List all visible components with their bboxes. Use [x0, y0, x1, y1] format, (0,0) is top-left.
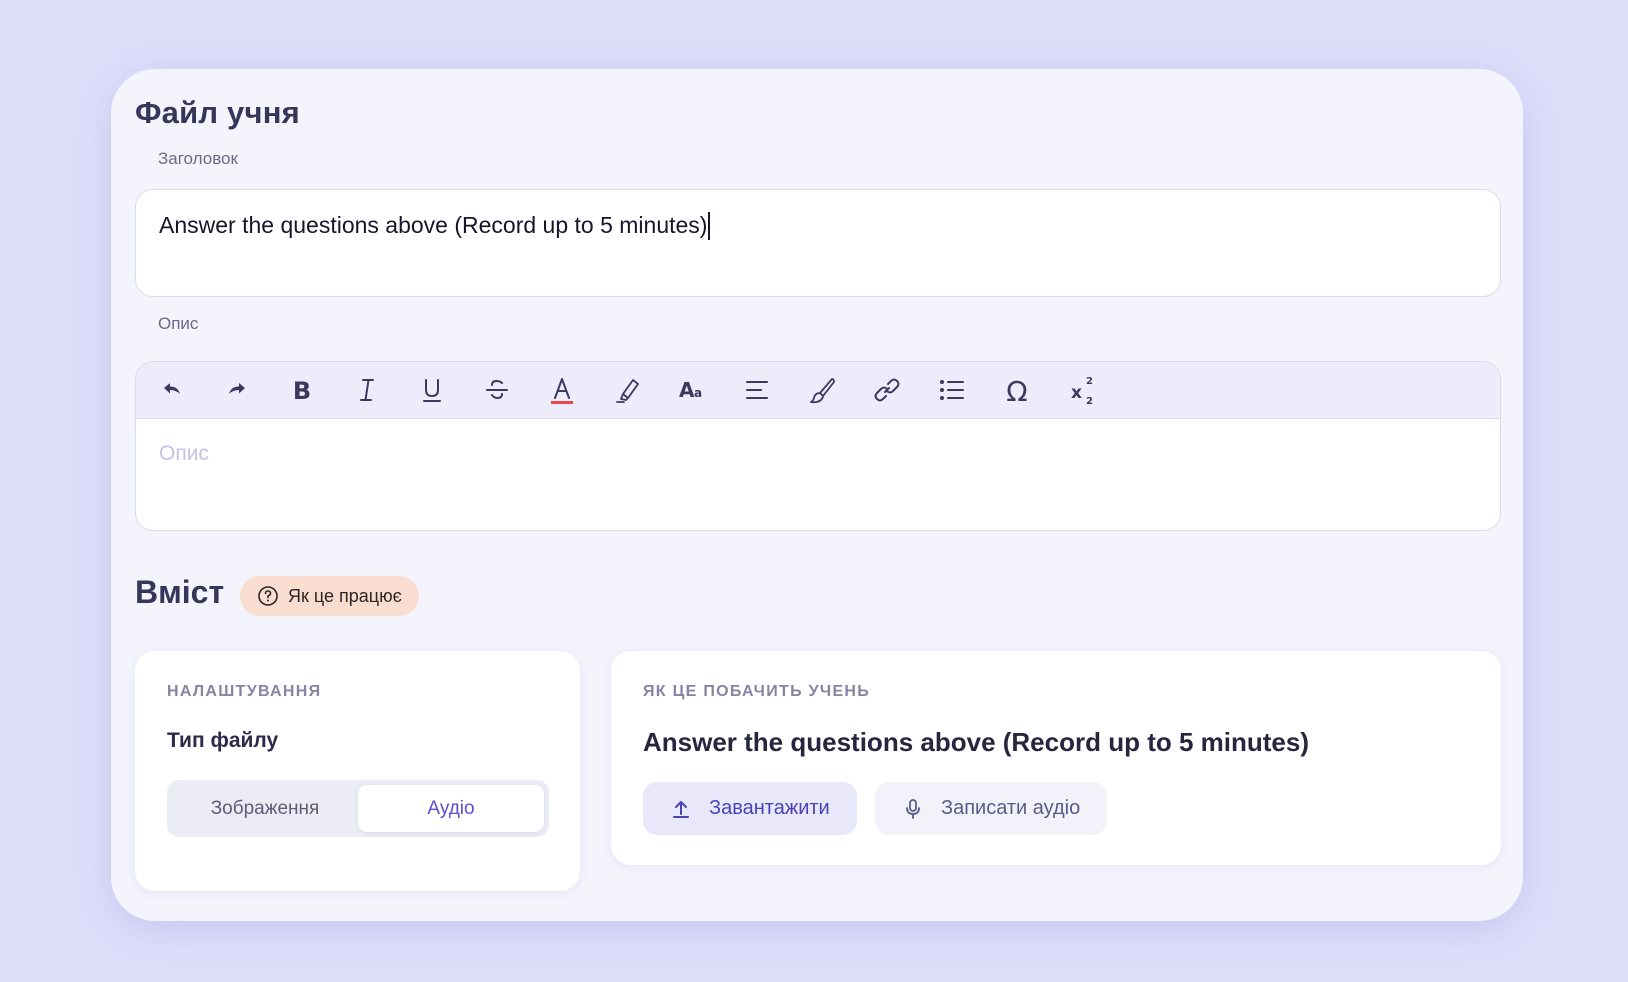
omega-icon[interactable]: Ω: [991, 368, 1043, 412]
record-audio-button[interactable]: Записати аудіо: [875, 782, 1108, 835]
upload-button[interactable]: Завантажити: [643, 782, 857, 835]
align-icon[interactable]: [731, 368, 783, 412]
upload-icon: [673, 800, 689, 818]
settings-caption: НАЛАШТУВАННЯ: [167, 683, 322, 700]
font-size-icon[interactable]: Aa: [666, 368, 718, 412]
underline-icon[interactable]: [406, 368, 458, 412]
title-input-value: Answer the questions above (Record up to…: [159, 212, 708, 238]
link-icon[interactable]: [861, 368, 913, 412]
page-title: Файл учня: [135, 95, 300, 130]
preview-caption: ЯК ЦЕ ПОБАЧИТЬ УЧЕНЬ: [643, 683, 871, 700]
student-preview-panel: ЯК ЦЕ ПОБАЧИТЬ УЧЕНЬ Answer the question…: [611, 651, 1501, 865]
undo-icon[interactable]: [146, 368, 198, 412]
bullet-list-icon[interactable]: [926, 368, 978, 412]
text-caret: [708, 212, 711, 240]
student-file-card: Файл учня Заголовок Answer the questions…: [111, 69, 1523, 921]
content-section-title: Вміст: [135, 574, 225, 610]
svg-text:x: x: [1071, 383, 1082, 403]
file-type-option-audio[interactable]: Аудіо: [358, 785, 544, 832]
file-type-toggle: Зображення Аудіо: [167, 780, 549, 837]
description-placeholder: Опис: [159, 442, 209, 465]
italic-icon[interactable]: [341, 368, 393, 412]
title-field-label: Заголовок: [158, 149, 238, 168]
strikethrough-icon[interactable]: [471, 368, 523, 412]
redo-icon[interactable]: [211, 368, 263, 412]
svg-text:Ω: Ω: [1006, 375, 1027, 406]
help-circle-icon: [258, 586, 278, 606]
bold-icon[interactable]: B: [276, 368, 328, 412]
upload-label: Завантажити: [709, 797, 830, 819]
file-type-option-image[interactable]: Зображення: [172, 785, 358, 832]
svg-text:B: B: [293, 377, 311, 405]
editor-toolbar: B Aa Ω x 2 2: [136, 362, 1500, 419]
svg-text:a: a: [694, 386, 702, 400]
file-type-label: Тип файлу: [167, 729, 279, 752]
highlighter-icon[interactable]: [601, 368, 653, 412]
description-field-label: Опис: [158, 314, 199, 333]
record-audio-label: Записати аудіо: [941, 797, 1081, 819]
brush-icon[interactable]: [796, 368, 848, 412]
superscript-subscript-icon[interactable]: x2 2: [1056, 368, 1108, 412]
description-editor-body[interactable]: Опис: [136, 419, 1500, 489]
svg-text:A: A: [679, 378, 695, 402]
settings-panel: НАЛАШТУВАННЯ Тип файлу Зображення Аудіо: [135, 651, 580, 891]
svg-text:2: 2: [1086, 396, 1093, 406]
title-input[interactable]: Answer the questions above (Record up to…: [135, 189, 1501, 297]
how-it-works-label: Як це працює: [288, 585, 402, 606]
preview-title: Answer the questions above (Record up to…: [643, 727, 1309, 757]
microphone-icon: [906, 798, 920, 819]
how-it-works-button[interactable]: Як це працює: [240, 576, 419, 616]
description-editor: B Aa Ω x 2 2 Опис: [135, 361, 1501, 531]
svg-text:2: 2: [1086, 376, 1093, 387]
text-color-icon[interactable]: [536, 368, 588, 412]
